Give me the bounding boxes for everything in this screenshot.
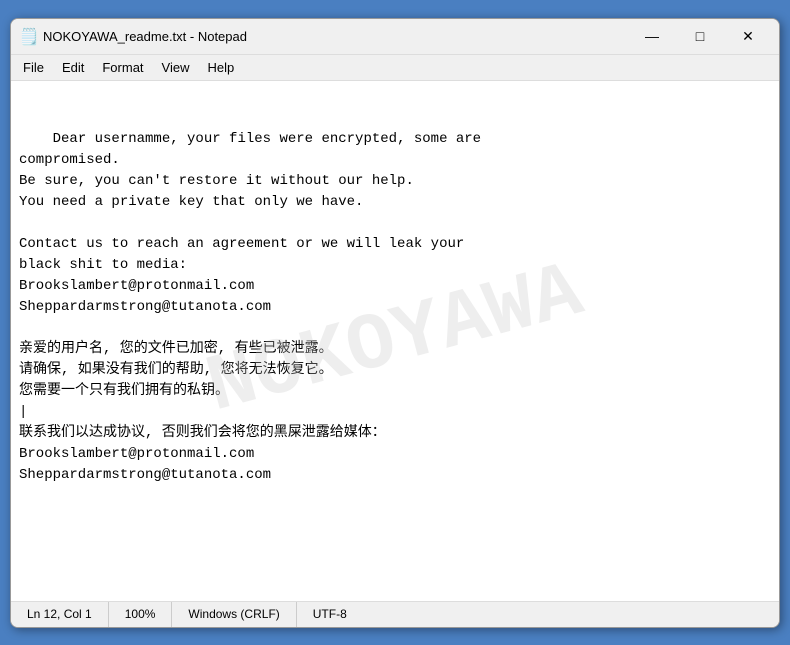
text-editor[interactable]: NOKOYAWA Dear usernamme, your files were… — [11, 81, 779, 601]
window-title: NOKOYAWA_readme.txt - Notepad — [43, 29, 629, 44]
menu-format[interactable]: Format — [94, 57, 151, 78]
status-encoding: UTF-8 — [297, 602, 363, 627]
menu-bar: File Edit Format View Help — [11, 55, 779, 81]
maximize-button[interactable]: □ — [677, 20, 723, 52]
editor-content: Dear usernamme, your files were encrypte… — [19, 131, 481, 483]
close-button[interactable]: ✕ — [725, 20, 771, 52]
window-controls: — □ ✕ — [629, 20, 771, 52]
app-icon: 🗒️ — [19, 27, 37, 45]
title-bar: 🗒️ NOKOYAWA_readme.txt - Notepad — □ ✕ — [11, 19, 779, 55]
status-line-col: Ln 12, Col 1 — [11, 602, 109, 627]
menu-file[interactable]: File — [15, 57, 52, 78]
menu-view[interactable]: View — [154, 57, 198, 78]
minimize-button[interactable]: — — [629, 20, 675, 52]
status-line-ending: Windows (CRLF) — [172, 602, 296, 627]
notepad-window: 🗒️ NOKOYAWA_readme.txt - Notepad — □ ✕ F… — [10, 18, 780, 628]
status-zoom: 100% — [109, 602, 173, 627]
status-bar: Ln 12, Col 1 100% Windows (CRLF) UTF-8 — [11, 601, 779, 627]
menu-help[interactable]: Help — [199, 57, 242, 78]
menu-edit[interactable]: Edit — [54, 57, 92, 78]
